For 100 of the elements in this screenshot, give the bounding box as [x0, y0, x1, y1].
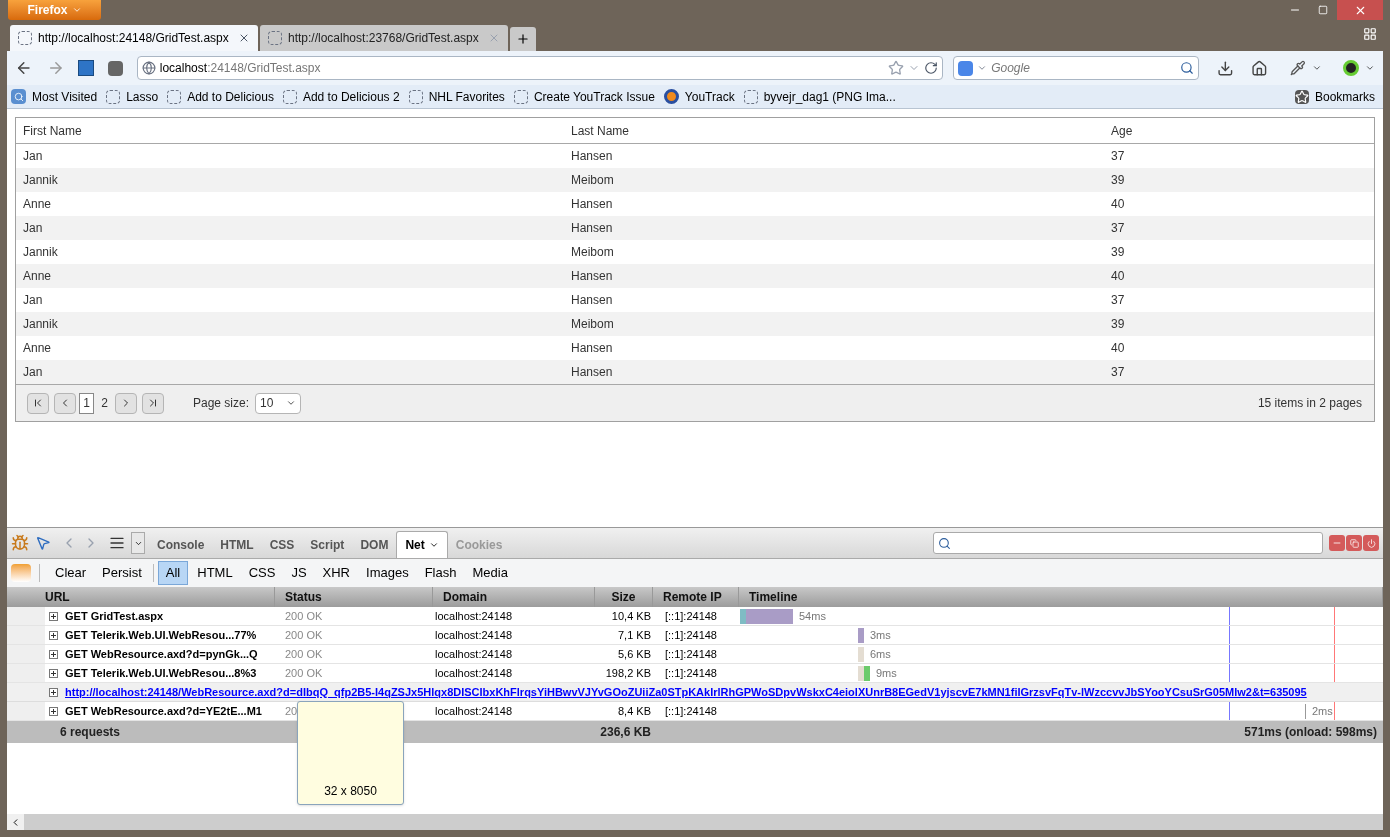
size-text: 5,6 KB — [616, 646, 652, 662]
filter-button[interactable]: All — [157, 561, 189, 585]
expand-icon[interactable] — [49, 668, 58, 678]
menu-icon[interactable] — [109, 535, 125, 551]
request-url[interactable]: GET WebResource.axd?d=YE2tE...M1 — [65, 702, 262, 720]
next-page-button[interactable] — [115, 392, 137, 414]
request-url[interactable]: GET Telerik.Web.UI.WebResou...77% — [65, 626, 257, 644]
address-bar[interactable]: localhost:24148/GridTest.aspx — [136, 56, 944, 80]
remote-ip-text: [::1]:24148 — [664, 665, 718, 681]
scroll-left-button[interactable] — [7, 814, 24, 830]
remote-ip-text: [::1]:24148 — [664, 703, 718, 719]
bookmarks-menu[interactable]: Bookmarks — [1294, 87, 1379, 106]
page-size-select[interactable]: 10 — [255, 392, 302, 414]
previous-page-button[interactable] — [54, 392, 76, 414]
toolbar-button[interactable]: Persist — [95, 561, 149, 585]
dropdown-icon[interactable] — [1311, 63, 1322, 73]
power-button[interactable] — [1363, 535, 1379, 551]
column-header[interactable]: Remote IP — [653, 587, 739, 607]
remote-ip-text: [::1]:24148 — [664, 646, 718, 662]
expand-icon[interactable] — [49, 630, 58, 640]
page-link[interactable]: 1 — [79, 392, 94, 414]
dropdown-button[interactable] — [131, 532, 145, 554]
last-page-button[interactable] — [142, 392, 164, 414]
panel-tab[interactable]: Net — [396, 531, 448, 558]
bug-icon[interactable] — [11, 534, 29, 552]
home-icon[interactable] — [1251, 59, 1268, 77]
page-icon — [268, 31, 282, 45]
first-page-button[interactable] — [27, 392, 49, 414]
filter-button[interactable]: XHR — [315, 561, 357, 585]
inspect-icon[interactable] — [35, 535, 51, 551]
dropdown-icon[interactable] — [1365, 63, 1375, 73]
search-engine-icon[interactable] — [958, 60, 974, 76]
grid-icon[interactable] — [1363, 27, 1377, 41]
table-cell-text: 37 — [1110, 364, 1126, 381]
bookmark-item[interactable]: Create YouTrack Issue — [513, 87, 655, 106]
expand-icon[interactable] — [49, 706, 58, 716]
browser-tab[interactable]: http://localhost:24148/GridTest.aspx — [10, 25, 258, 51]
detach-button[interactable] — [1346, 535, 1362, 551]
new-tab-button[interactable] — [510, 27, 536, 51]
request-url[interactable]: GET Telerik.Web.UI.WebResou...8%3 — [65, 664, 257, 682]
box-icon[interactable] — [108, 60, 123, 76]
panel-tab[interactable]: Console — [149, 531, 213, 558]
panel-tab[interactable]: DOM — [352, 531, 397, 558]
filter-button[interactable]: HTML — [190, 561, 240, 585]
timeline-bar — [858, 665, 870, 681]
download-icon[interactable] — [1216, 59, 1234, 77]
close-icon[interactable] — [238, 32, 250, 44]
filter-button[interactable]: JS — [284, 561, 314, 585]
panel-tab[interactable]: CSS — [261, 531, 303, 558]
column-header[interactable]: Timeline — [739, 587, 1383, 607]
bookmark-item[interactable]: NHL Favorites — [408, 87, 505, 106]
bookmark-item[interactable]: YouTrack — [663, 87, 735, 106]
minimize-button[interactable] — [1329, 535, 1345, 551]
browser-tab[interactable]: http://localhost:23768/GridTest.aspx — [260, 25, 508, 51]
filter-button[interactable]: Media — [465, 561, 515, 585]
xhr-icon[interactable] — [11, 564, 31, 582]
horizontal-scrollbar[interactable] — [7, 814, 1383, 830]
filter-button[interactable]: Images — [359, 561, 416, 585]
panel-tab[interactable]: Script — [302, 531, 353, 558]
color-wheel-icon[interactable] — [1343, 60, 1360, 76]
filter-button[interactable]: Flash — [417, 561, 464, 585]
search-input[interactable]: Google — [991, 59, 1176, 77]
search-icon[interactable] — [1179, 61, 1194, 75]
bookmark-item[interactable]: Lasso — [106, 87, 159, 106]
search-field[interactable] — [933, 532, 1323, 554]
bookmark-item[interactable]: Add to Delicious — [167, 87, 274, 106]
window-icon[interactable] — [78, 60, 95, 76]
close-button[interactable] — [1337, 0, 1383, 20]
back-icon[interactable] — [15, 59, 33, 77]
column-header[interactable]: First Name — [16, 121, 564, 140]
bookmark-item[interactable]: Add to Delicious 2 — [282, 87, 400, 106]
table-cell-text: Hansen — [570, 292, 614, 309]
bookmark-item[interactable]: Most Visited — [11, 87, 98, 106]
column-header[interactable]: Size — [595, 587, 653, 607]
search-field[interactable]: Google — [953, 56, 1199, 80]
address-text: localhost:24148/GridTest.aspx — [159, 60, 322, 77]
table-cell-text: Jannik — [22, 172, 59, 189]
column-header[interactable]: Last Name — [564, 121, 1104, 140]
filter-button[interactable]: CSS — [241, 561, 283, 585]
status-text: 200 OK — [284, 608, 324, 624]
total-size: 236,6 KB — [599, 724, 652, 741]
reload-icon[interactable] — [924, 61, 939, 75]
request-url[interactable]: GET GridTest.aspx — [65, 607, 164, 625]
expand-icon[interactable] — [49, 649, 58, 659]
column-header[interactable]: Age — [1104, 121, 1374, 140]
bookmark-item[interactable]: byvejr_dag1 (PNG Ima... — [743, 87, 896, 106]
request-url-link[interactable]: http://localhost:24148/WebResource.axd?d=dIbqQ_qfp2B5-I4qZSJx5Hlqx8DISCIbxKhFlrqsYiHBwvVJYvGOoZUiiZa0STpKAkIrlRhGPWoSDpvWskxC4eiolXUnrB8EGedV1yjscvE7kMN1fiIGrzsvFqTv-lWzccvvJbSYooYCsuSrG05Mlw2&t=635095 — [65, 683, 1307, 701]
star-icon[interactable] — [888, 60, 905, 76]
toolbar-button[interactable]: Clear — [48, 561, 94, 585]
expand-icon[interactable] — [49, 611, 58, 621]
timing-text: 54ms — [799, 608, 826, 624]
column-header[interactable]: Domain — [433, 587, 595, 607]
expand-icon[interactable] — [49, 687, 58, 697]
pipette-icon[interactable] — [1289, 60, 1306, 76]
column-header[interactable]: Status — [275, 587, 433, 607]
page-icon — [743, 89, 758, 104]
request-url[interactable]: GET WebResource.axd?d=pynGk...Q — [65, 645, 258, 663]
panel-tab[interactable]: HTML — [212, 531, 262, 558]
timing-text: 2ms — [1312, 703, 1333, 719]
page-link[interactable]: 2 — [97, 392, 112, 414]
